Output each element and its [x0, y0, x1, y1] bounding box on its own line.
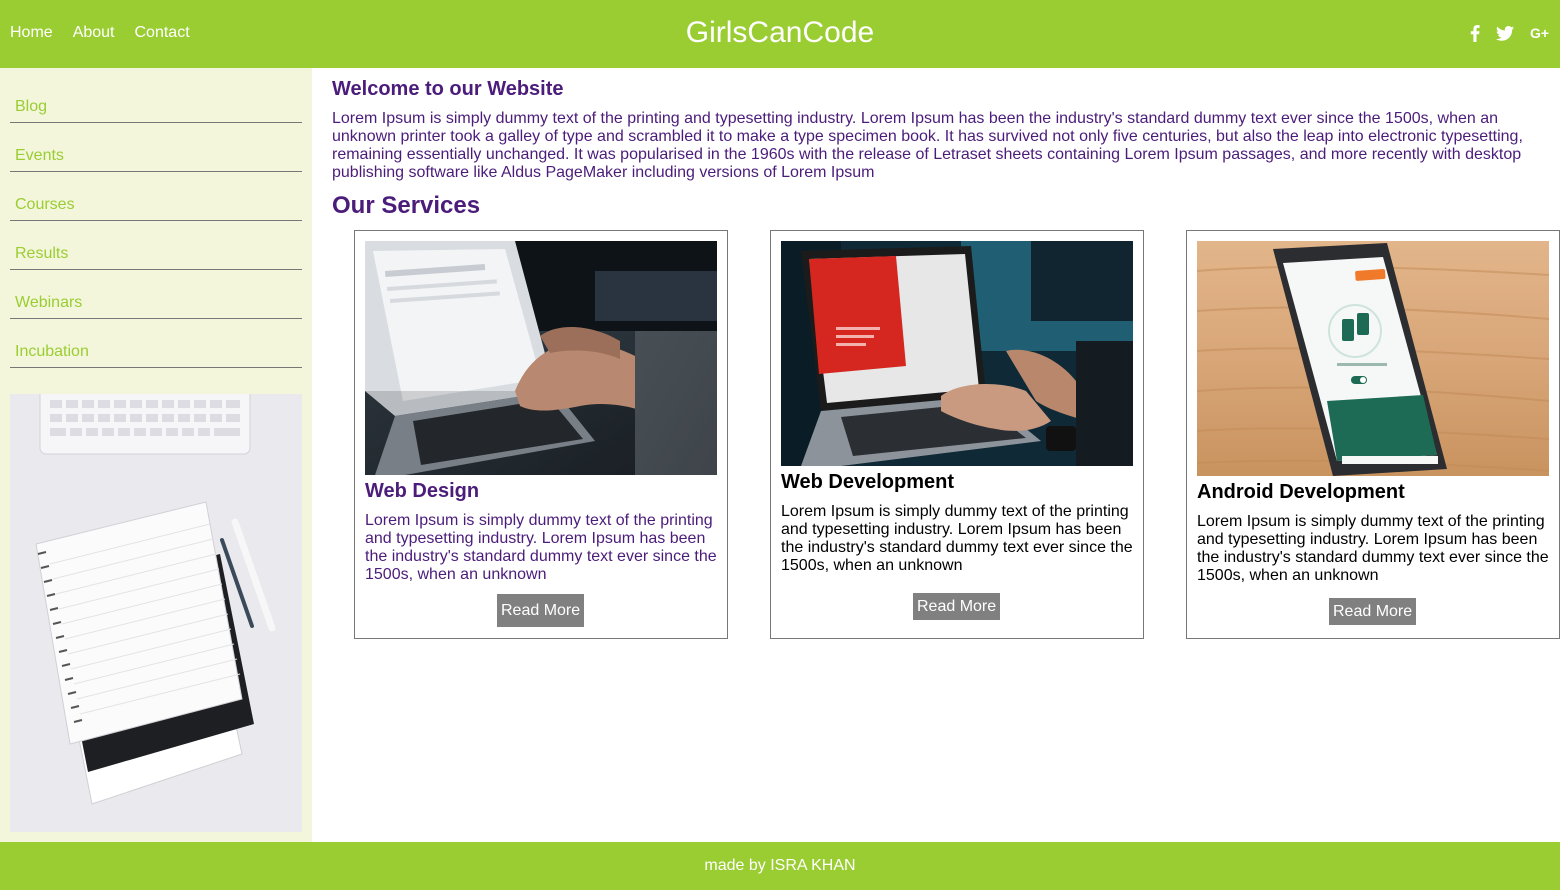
sidebar-item-blog[interactable]: Blog	[10, 83, 302, 123]
sidebar-item-webinars[interactable]: Webinars	[10, 279, 302, 319]
sidebar-item-label: Blog	[15, 98, 48, 115]
top-nav: Home About Contact	[10, 24, 210, 42]
site-header: Home About Contact GirlsCanCode G+	[0, 0, 1560, 68]
services-heading: Our Services	[332, 192, 481, 219]
sidebar-notebook-image	[10, 394, 302, 832]
svg-text:G+: G+	[1530, 26, 1549, 40]
google-plus-icon[interactable]: G+	[1530, 22, 1550, 44]
read-more-button[interactable]: Read More	[913, 593, 1001, 620]
card-title: Web Design	[365, 480, 480, 502]
sidebar-item-incubation[interactable]: Incubation	[10, 328, 302, 368]
nav-contact-link[interactable]: Contact	[135, 24, 190, 42]
site-footer: made by ISRA KHAN	[0, 842, 1560, 890]
main-content: Welcome to our Website Lorem Ipsum is si…	[312, 68, 1560, 842]
twitter-icon[interactable]	[1496, 22, 1514, 44]
read-more-button[interactable]: Read More	[1329, 598, 1417, 625]
sidebar: Blog Events Courses Results Webinars Inc…	[0, 68, 312, 842]
sidebar-item-label: Webinars	[15, 294, 83, 311]
card-description: Lorem Ipsum is simply dummy text of the …	[781, 503, 1133, 574]
sidebar-item-results[interactable]: Results	[10, 230, 302, 270]
service-card-web-design: Web Design Lorem Ipsum is simply dummy t…	[354, 230, 728, 639]
smartphone-on-wood-image	[1197, 241, 1549, 476]
card-description: Lorem Ipsum is simply dummy text of the …	[365, 512, 717, 583]
sidebar-item-events[interactable]: Events	[10, 132, 302, 172]
service-card-web-development: Web Development Lorem Ipsum is simply du…	[770, 230, 1144, 639]
laptop-red-screen-image	[781, 241, 1133, 466]
site-brand: GirlsCanCode	[0, 16, 1560, 50]
read-more-button[interactable]: Read More	[497, 594, 585, 627]
nav-home-link[interactable]: Home	[10, 24, 53, 42]
facebook-icon[interactable]	[1470, 22, 1480, 44]
card-title: Web Development	[781, 471, 954, 493]
laptop-typing-image	[365, 241, 717, 475]
social-links: G+	[1470, 22, 1550, 44]
sidebar-item-label: Events	[15, 147, 64, 164]
sidebar-item-label: Courses	[15, 196, 75, 213]
nav-about-link[interactable]: About	[73, 24, 115, 42]
sidebar-item-courses[interactable]: Courses	[10, 181, 302, 221]
welcome-heading: Welcome to our Website	[332, 78, 564, 100]
service-card-android-development: Android Development Lorem Ipsum is simpl…	[1186, 230, 1560, 639]
sidebar-item-label: Results	[15, 245, 69, 262]
welcome-paragraph: Lorem Ipsum is simply dummy text of the …	[332, 110, 1523, 181]
sidebar-item-label: Incubation	[15, 343, 89, 360]
brand-title[interactable]: GirlsCanCode	[686, 16, 874, 49]
card-description: Lorem Ipsum is simply dummy text of the …	[1197, 513, 1549, 584]
footer-credit: made by ISRA KHAN	[704, 857, 856, 874]
card-title: Android Development	[1197, 481, 1405, 503]
